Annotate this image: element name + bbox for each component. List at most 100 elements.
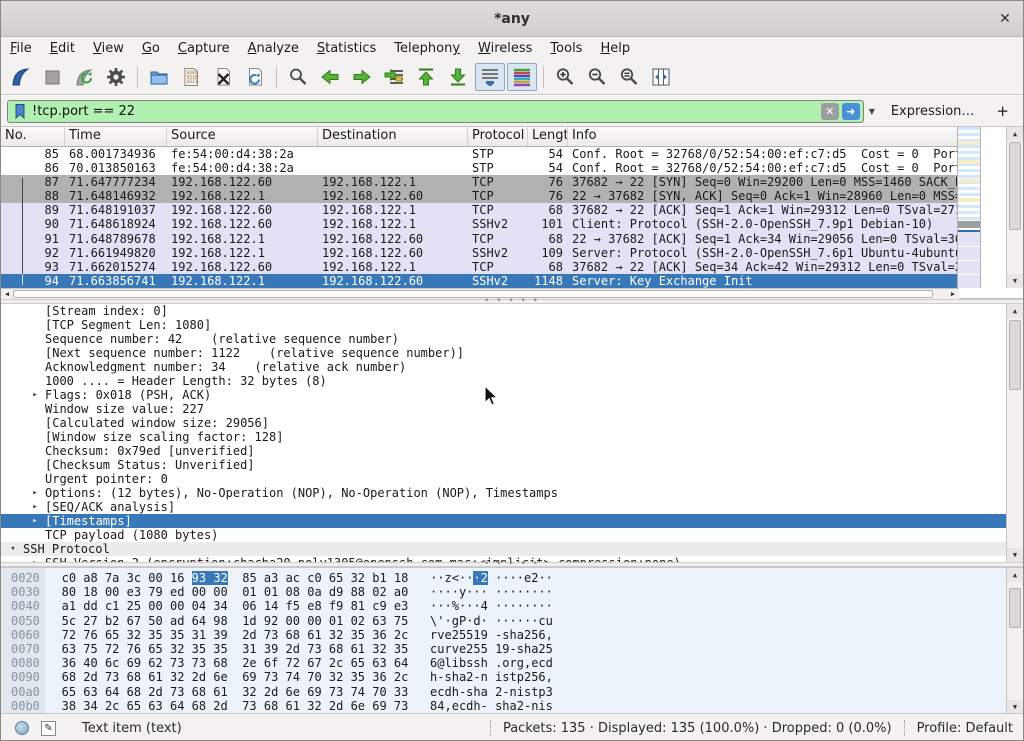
hex-row-0080[interactable]: 0080 36 40 6c 69 62 73 73 68 2e 6f 72 67… — [1, 656, 553, 670]
expanded-triangle-icon[interactable]: ▾ — [7, 542, 19, 556]
collapsed-triangle-icon[interactable]: ▸ — [29, 486, 41, 500]
filter-bookmark-icon[interactable] — [12, 102, 28, 120]
scroll-left-arrow[interactable]: ◀ — [1, 289, 13, 299]
details-vscrollbar[interactable]: ▲ ▼ — [1006, 304, 1023, 562]
detail-row[interactable]: Window size value: 227 — [1, 402, 1007, 416]
capture-options-button[interactable] — [101, 63, 131, 91]
packet-list-vscrollbar[interactable]: ▲ ▼ — [1006, 127, 1023, 288]
scrollbar-thumb[interactable] — [1009, 142, 1021, 230]
colorize-packets-button[interactable] — [507, 63, 537, 91]
column-header-no[interactable]: No. — [1, 127, 65, 146]
bytes-vscrollbar[interactable]: ▲ ▼ — [1006, 568, 1023, 713]
menu-capture[interactable]: Capture — [169, 38, 239, 59]
zoom-reset-button[interactable] — [614, 63, 644, 91]
zoom-out-button[interactable] — [582, 63, 612, 91]
packet-row-85[interactable]: 8568.001734936fe:54:00:d4:38:2aSTP54Conf… — [1, 147, 977, 161]
start-capture-button[interactable] — [5, 63, 35, 91]
hex-row-0060[interactable]: 0060 72 76 65 32 35 35 31 39 2d 73 68 61… — [1, 628, 553, 642]
packet-row-86[interactable]: 8670.013850163fe:54:00:d4:38:2aSTP54Conf… — [1, 161, 977, 175]
packet-row-92[interactable]: 9271.661949820192.168.122.1192.168.122.6… — [1, 246, 977, 260]
column-header-destination[interactable]: Destination — [318, 127, 468, 146]
hex-row-0050[interactable]: 0050 5c 27 b2 67 50 ad 64 98 1d 92 00 00… — [1, 614, 553, 628]
column-header-protocol[interactable]: Protocol — [468, 127, 528, 146]
packet-row-91[interactable]: 9171.648789678192.168.122.1192.168.122.6… — [1, 232, 977, 246]
collapsed-triangle-icon[interactable]: ▸ — [29, 388, 41, 402]
menu-go[interactable]: Go — [133, 38, 169, 59]
packet-row-94[interactable]: 9471.663856741192.168.122.1192.168.122.6… — [1, 274, 977, 288]
scroll-right-arrow[interactable]: ▶ — [947, 289, 959, 299]
hex-row-00a0[interactable]: 00a0 65 63 64 68 2d 73 68 61 32 2d 6e 69… — [1, 685, 553, 699]
go-first-packet-button[interactable] — [411, 63, 441, 91]
packet-bytes-pane[interactable]: 0020 c0 a8 7a 3c 00 16 93 32 85 a3 ac c0… — [1, 567, 1023, 713]
display-filter-input[interactable] — [32, 104, 818, 119]
restart-capture-button[interactable] — [69, 63, 99, 91]
stop-capture-button[interactable] — [37, 63, 67, 91]
display-filter-field[interactable]: ✕ ➜ — [7, 100, 864, 123]
column-header-length[interactable]: Length — [528, 127, 568, 146]
scroll-down-arrow[interactable]: ▼ — [1007, 274, 1023, 288]
packet-row-90[interactable]: 9071.648618924192.168.122.60192.168.122.… — [1, 217, 977, 231]
go-previous-packet-button[interactable] — [315, 63, 345, 91]
find-packet-button[interactable] — [283, 63, 313, 91]
intelligent-scrollbar-minimap[interactable] — [957, 127, 981, 288]
scrollbar-thumb[interactable] — [1009, 320, 1021, 390]
detail-row[interactable]: Acknowledgment number: 34 (relative ack … — [1, 360, 1007, 374]
go-last-packet-button[interactable] — [443, 63, 473, 91]
detail-row[interactable]: [Calculated window size: 29056] — [1, 416, 1007, 430]
packet-list-header[interactable]: No.TimeSourceDestinationProtocolLengthIn… — [1, 127, 959, 147]
scroll-up-arrow[interactable]: ▲ — [1007, 304, 1023, 318]
close-file-button[interactable] — [208, 63, 238, 91]
detail-row[interactable]: [TCP Segment Len: 1080] — [1, 318, 1007, 332]
scroll-up-arrow[interactable]: ▲ — [1007, 127, 1023, 141]
zoom-in-button[interactable] — [550, 63, 580, 91]
profile-status[interactable]: Profile: Default — [917, 721, 1013, 736]
detail-row[interactable]: ▸Flags: 0x018 (PSH, ACK) — [1, 388, 1007, 402]
menu-telephony[interactable]: Telephony — [385, 38, 469, 59]
collapsed-triangle-icon[interactable]: ▸ — [29, 514, 41, 528]
detail-row[interactable]: 1000 .... = Header Length: 32 bytes (8) — [1, 374, 1007, 388]
scroll-down-arrow[interactable]: ▼ — [1007, 700, 1023, 713]
hex-row-0070[interactable]: 0070 63 75 72 76 65 32 35 35 31 39 2d 73… — [1, 642, 553, 656]
detail-row[interactable]: Sequence number: 42 (relative sequence n… — [1, 332, 1007, 346]
open-file-button[interactable] — [144, 63, 174, 91]
menu-analyze[interactable]: Analyze — [239, 38, 308, 59]
packet-row-93[interactable]: 9371.662015274192.168.122.60192.168.122.… — [1, 260, 977, 274]
detail-row[interactable]: ▸[Timestamps] — [1, 514, 1007, 528]
packet-row-87[interactable]: 8771.647777234192.168.122.60192.168.122.… — [1, 175, 977, 189]
menu-edit[interactable]: Edit — [41, 38, 84, 59]
hex-row-00b0[interactable]: 00b0 38 34 2c 65 63 64 68 2d 73 68 61 32… — [1, 699, 553, 713]
packet-list-hscrollbar[interactable]: ◀ ▶ — [1, 288, 959, 299]
column-header-source[interactable]: Source — [167, 127, 318, 146]
detail-row[interactable]: [Next sequence number: 1122 (relative se… — [1, 346, 1007, 360]
detail-row[interactable]: TCP payload (1080 bytes) — [1, 528, 1007, 542]
add-filter-button[interactable]: + — [988, 102, 1017, 120]
close-window-button[interactable]: ✕ — [995, 9, 1015, 29]
resize-columns-button[interactable] — [646, 63, 676, 91]
save-file-button[interactable]: 010101100111 — [176, 63, 206, 91]
collapsed-triangle-icon[interactable]: ▸ — [29, 500, 41, 514]
menu-wireless[interactable]: Wireless — [469, 38, 541, 59]
filter-clear-button[interactable]: ✕ — [821, 103, 839, 120]
hex-row-0020[interactable]: 0020 c0 a8 7a 3c 00 16 93 32 85 a3 ac c0… — [1, 571, 553, 585]
scroll-down-arrow[interactable]: ▼ — [1007, 548, 1023, 562]
detail-row[interactable]: ▸Options: (12 bytes), No-Operation (NOP)… — [1, 486, 1007, 500]
detail-row[interactable]: ▾SSH Protocol — [1, 542, 1007, 556]
detail-row[interactable]: Urgent pointer: 0 — [1, 472, 1007, 486]
detail-row[interactable]: ▸[SEQ/ACK analysis] — [1, 500, 1007, 514]
column-header-info[interactable]: Info — [568, 127, 959, 146]
hex-row-0090[interactable]: 0090 68 2d 73 68 61 32 2d 6e 69 73 74 70… — [1, 670, 553, 684]
filter-history-dropdown[interactable]: ▼ — [869, 107, 875, 116]
go-to-packet-button[interactable] — [379, 63, 409, 91]
menu-help[interactable]: Help — [591, 38, 639, 59]
detail-row[interactable]: [Window size scaling factor: 128] — [1, 430, 1007, 444]
column-header-time[interactable]: Time — [65, 127, 167, 146]
packet-row-89[interactable]: 8971.648191037192.168.122.60192.168.122.… — [1, 203, 977, 217]
detail-row[interactable]: Checksum: 0x79ed [unverified] — [1, 444, 1007, 458]
expert-info-icon[interactable] — [15, 721, 29, 735]
hex-dump[interactable]: 0020 c0 a8 7a 3c 00 16 93 32 85 a3 ac c0… — [1, 571, 553, 713]
reload-file-button[interactable] — [240, 63, 270, 91]
capture-comment-icon[interactable]: ✎ — [41, 721, 56, 736]
go-next-packet-button[interactable] — [347, 63, 377, 91]
hex-row-0030[interactable]: 0030 80 18 00 e3 79 ed 00 00 01 01 08 0a… — [1, 585, 553, 599]
scrollbar-thumb[interactable] — [1009, 588, 1021, 628]
